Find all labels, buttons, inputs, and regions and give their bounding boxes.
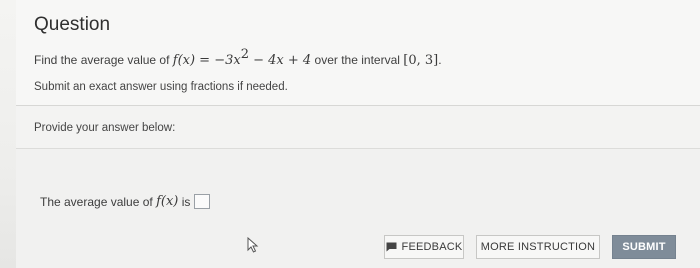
function-rhs-b: − 4x + 4 (249, 53, 312, 68)
feedback-button[interactable]: FEEDBACK (384, 235, 464, 259)
answer-text-before: The average value of (40, 194, 153, 209)
feedback-label: FEEDBACK (401, 241, 463, 253)
answer-text-after: is (181, 194, 191, 209)
answer-line: The average value of f(x) is (40, 194, 211, 209)
answer-function: f(x) (156, 194, 179, 209)
function-exponent: 2 (240, 47, 249, 62)
question-card: Question Find the average value of f(x) … (16, 0, 700, 106)
prompt-text-middle: over the interval (314, 53, 400, 67)
feedback-flag-icon (386, 242, 397, 252)
page: Question Find the average value of f(x) … (0, 0, 700, 268)
interval: [0, 3] (403, 53, 439, 68)
mouse-pointer-icon (247, 237, 259, 253)
more-instruction-button[interactable]: MORE INSTRUCTION (476, 235, 600, 259)
prompt-text-before: Find the average value of (34, 53, 170, 67)
submit-button[interactable]: SUBMIT (612, 235, 676, 259)
answer-header: Provide your answer below: (16, 106, 700, 149)
answer-input[interactable] (194, 194, 211, 209)
question-title: Question (34, 14, 111, 35)
question-prompt: Find the average value of f(x) = −3x2 − … (34, 47, 442, 68)
function-rhs-a: −3x (214, 53, 241, 68)
provide-answer-label: Provide your answer below: (34, 122, 176, 134)
question-instruction: Submit an exact answer using fractions i… (34, 81, 288, 93)
prompt-text-end: . (438, 53, 442, 67)
function-lhs: f(x) = (172, 53, 215, 68)
